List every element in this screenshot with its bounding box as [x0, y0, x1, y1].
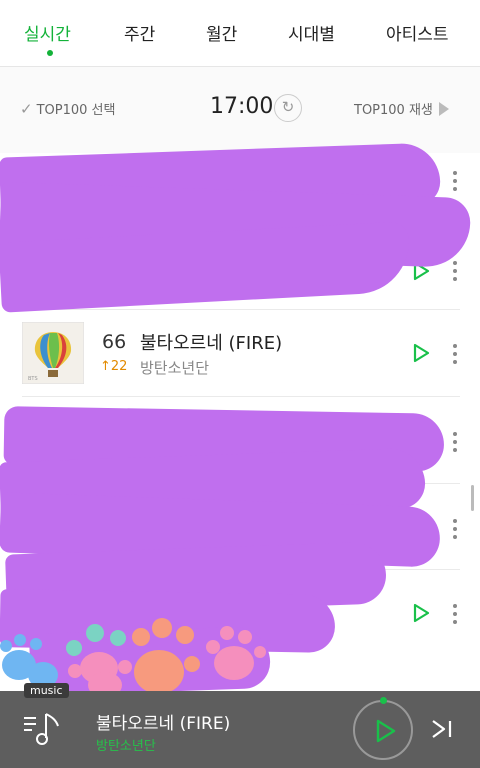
play-top100-button[interactable]: TOP100 재생 [354, 99, 449, 118]
album-cover: BTS [22, 322, 84, 384]
progress-indicator[interactable] [380, 697, 387, 704]
refresh-icon[interactable]: ↻ [274, 94, 302, 122]
tab-realtime[interactable]: 실시간 [24, 20, 71, 45]
next-track-icon[interactable] [430, 718, 456, 740]
tab-weekly[interactable]: 주간 [124, 20, 155, 45]
more-options-icon[interactable] [450, 170, 460, 192]
select-top100-label: TOP100 선택 [36, 103, 116, 118]
play-icon [376, 719, 396, 743]
play-icon [438, 102, 449, 116]
more-options-icon[interactable] [450, 260, 460, 282]
svg-text:BTS: BTS [28, 376, 38, 382]
tab-era[interactable]: 시대별 [288, 20, 335, 45]
play-top100-label: TOP100 재생 [354, 103, 433, 118]
play-icon[interactable] [410, 602, 432, 624]
chart-period-tabs: 실시간 주간 월간 시대별 아티스트 [0, 0, 480, 67]
playlist-icon[interactable] [22, 708, 62, 748]
more-options-icon[interactable] [450, 343, 460, 365]
check-icon: ✓ [20, 100, 33, 118]
more-options-icon[interactable] [450, 431, 460, 453]
tab-monthly[interactable]: 월간 [206, 20, 237, 45]
rank-change: ↑22 [100, 359, 128, 374]
play-icon[interactable] [410, 342, 432, 364]
player-play-button[interactable] [353, 700, 413, 760]
tab-artist[interactable]: 아티스트 [386, 20, 449, 45]
now-playing-artist[interactable]: 방탄소년단 [96, 735, 156, 754]
more-options-icon[interactable] [450, 603, 460, 625]
select-top100-button[interactable]: ✓ TOP100 선택 [20, 99, 115, 118]
song-artist[interactable]: 방탄소년단 [140, 357, 209, 378]
song-rank: 66 [102, 331, 127, 353]
active-tab-indicator [47, 50, 53, 56]
chart-time: 17:00 [210, 94, 274, 119]
music-tag: music [24, 683, 69, 698]
more-options-icon[interactable] [450, 518, 460, 540]
list-item[interactable]: BTS 66 ↑22 불타오르네 (FIRE) 방탄소년단 [0, 310, 480, 396]
song-title[interactable]: 불타오르네 (FIRE) [140, 329, 282, 355]
scrollbar[interactable] [471, 485, 474, 511]
now-playing-title[interactable]: 불타오르네 (FIRE) [96, 709, 230, 734]
